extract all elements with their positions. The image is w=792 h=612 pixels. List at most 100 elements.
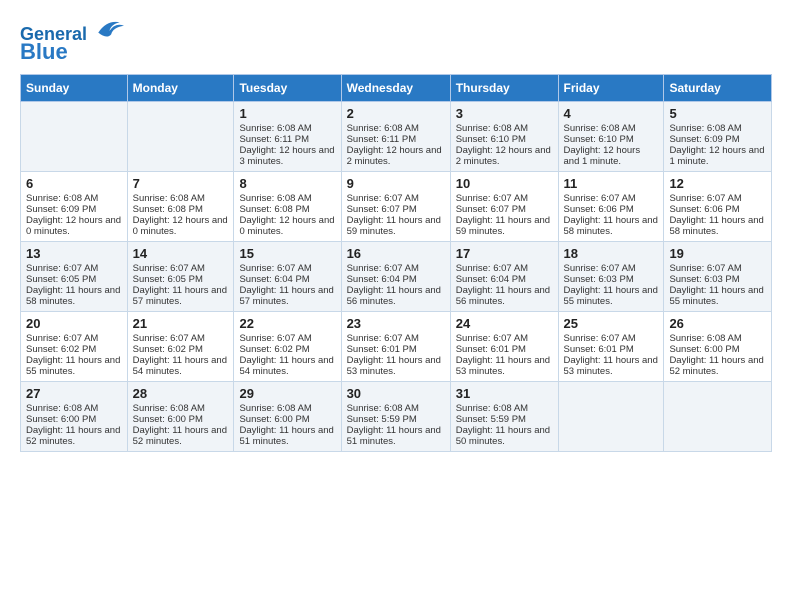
sunrise: Sunrise: 6:07 AM	[133, 333, 205, 344]
sunrise: Sunrise: 6:08 AM	[347, 123, 419, 134]
sunset: Sunset: 6:06 PM	[669, 204, 739, 215]
day-cell: 11 Sunrise: 6:07 AM Sunset: 6:06 PM Dayl…	[558, 171, 664, 241]
daylight: Daylight: 11 hours and 53 minutes.	[564, 355, 658, 377]
sunset: Sunset: 6:06 PM	[564, 204, 634, 215]
day-cell: 20 Sunrise: 6:07 AM Sunset: 6:02 PM Dayl…	[21, 311, 128, 381]
day-number: 23	[347, 316, 445, 331]
sunset: Sunset: 6:08 PM	[239, 204, 309, 215]
day-cell: 31 Sunrise: 6:08 AM Sunset: 5:59 PM Dayl…	[450, 381, 558, 451]
sunset: Sunset: 6:02 PM	[26, 344, 96, 355]
sunrise: Sunrise: 6:08 AM	[564, 123, 636, 134]
calendar-table: SundayMondayTuesdayWednesdayThursdayFrid…	[20, 74, 772, 452]
day-cell: 19 Sunrise: 6:07 AM Sunset: 6:03 PM Dayl…	[664, 241, 772, 311]
header-cell-wednesday: Wednesday	[341, 74, 450, 101]
day-cell: 23 Sunrise: 6:07 AM Sunset: 6:01 PM Dayl…	[341, 311, 450, 381]
header-cell-tuesday: Tuesday	[234, 74, 341, 101]
day-number: 5	[669, 106, 766, 121]
day-cell: 15 Sunrise: 6:07 AM Sunset: 6:04 PM Dayl…	[234, 241, 341, 311]
daylight: Daylight: 11 hours and 52 minutes.	[26, 425, 120, 447]
week-row-2: 13 Sunrise: 6:07 AM Sunset: 6:05 PM Dayl…	[21, 241, 772, 311]
daylight: Daylight: 11 hours and 58 minutes.	[564, 215, 658, 237]
daylight: Daylight: 11 hours and 54 minutes.	[133, 355, 227, 377]
sunrise: Sunrise: 6:07 AM	[456, 193, 528, 204]
sunrise: Sunrise: 6:07 AM	[564, 333, 636, 344]
header-cell-sunday: Sunday	[21, 74, 128, 101]
day-cell: 8 Sunrise: 6:08 AM Sunset: 6:08 PM Dayli…	[234, 171, 341, 241]
sunrise: Sunrise: 6:08 AM	[456, 123, 528, 134]
day-number: 26	[669, 316, 766, 331]
sunrise: Sunrise: 6:07 AM	[564, 193, 636, 204]
day-cell: 16 Sunrise: 6:07 AM Sunset: 6:04 PM Dayl…	[341, 241, 450, 311]
sunset: Sunset: 6:00 PM	[133, 414, 203, 425]
day-cell: 1 Sunrise: 6:08 AM Sunset: 6:11 PM Dayli…	[234, 101, 341, 171]
sunset: Sunset: 6:01 PM	[564, 344, 634, 355]
day-number: 29	[239, 386, 335, 401]
sunrise: Sunrise: 6:07 AM	[347, 333, 419, 344]
header-cell-monday: Monday	[127, 74, 234, 101]
day-number: 9	[347, 176, 445, 191]
sunset: Sunset: 5:59 PM	[456, 414, 526, 425]
sunrise: Sunrise: 6:08 AM	[239, 403, 311, 414]
daylight: Daylight: 12 hours and 0 minutes.	[26, 215, 121, 237]
day-number: 11	[564, 176, 659, 191]
day-cell: 25 Sunrise: 6:07 AM Sunset: 6:01 PM Dayl…	[558, 311, 664, 381]
day-number: 28	[133, 386, 229, 401]
daylight: Daylight: 11 hours and 51 minutes.	[347, 425, 441, 447]
sunrise: Sunrise: 6:07 AM	[564, 263, 636, 274]
sunrise: Sunrise: 6:08 AM	[133, 403, 205, 414]
day-number: 20	[26, 316, 122, 331]
sunset: Sunset: 6:01 PM	[456, 344, 526, 355]
sunrise: Sunrise: 6:07 AM	[669, 193, 741, 204]
daylight: Daylight: 11 hours and 58 minutes.	[26, 285, 120, 307]
day-number: 24	[456, 316, 553, 331]
sunset: Sunset: 6:07 PM	[456, 204, 526, 215]
day-cell: 18 Sunrise: 6:07 AM Sunset: 6:03 PM Dayl…	[558, 241, 664, 311]
day-cell: 10 Sunrise: 6:07 AM Sunset: 6:07 PM Dayl…	[450, 171, 558, 241]
sunset: Sunset: 6:02 PM	[239, 344, 309, 355]
sunrise: Sunrise: 6:08 AM	[669, 333, 741, 344]
day-cell	[664, 381, 772, 451]
week-row-4: 27 Sunrise: 6:08 AM Sunset: 6:00 PM Dayl…	[21, 381, 772, 451]
week-row-3: 20 Sunrise: 6:07 AM Sunset: 6:02 PM Dayl…	[21, 311, 772, 381]
sunrise: Sunrise: 6:07 AM	[239, 263, 311, 274]
daylight: Daylight: 12 hours and 2 minutes.	[347, 145, 442, 167]
daylight: Daylight: 11 hours and 59 minutes.	[347, 215, 441, 237]
day-number: 4	[564, 106, 659, 121]
day-number: 30	[347, 386, 445, 401]
sunset: Sunset: 6:11 PM	[239, 134, 309, 145]
sunset: Sunset: 6:11 PM	[347, 134, 417, 145]
day-cell: 14 Sunrise: 6:07 AM Sunset: 6:05 PM Dayl…	[127, 241, 234, 311]
daylight: Daylight: 11 hours and 53 minutes.	[347, 355, 441, 377]
daylight: Daylight: 11 hours and 50 minutes.	[456, 425, 550, 447]
day-number: 13	[26, 246, 122, 261]
sunset: Sunset: 6:00 PM	[669, 344, 739, 355]
day-number: 19	[669, 246, 766, 261]
day-cell: 29 Sunrise: 6:08 AM Sunset: 6:00 PM Dayl…	[234, 381, 341, 451]
day-number: 25	[564, 316, 659, 331]
header-cell-friday: Friday	[558, 74, 664, 101]
day-cell: 7 Sunrise: 6:08 AM Sunset: 6:08 PM Dayli…	[127, 171, 234, 241]
daylight: Daylight: 11 hours and 57 minutes.	[133, 285, 227, 307]
day-cell	[558, 381, 664, 451]
sunrise: Sunrise: 6:08 AM	[239, 193, 311, 204]
day-cell	[127, 101, 234, 171]
day-cell: 2 Sunrise: 6:08 AM Sunset: 6:11 PM Dayli…	[341, 101, 450, 171]
day-number: 10	[456, 176, 553, 191]
week-row-1: 6 Sunrise: 6:08 AM Sunset: 6:09 PM Dayli…	[21, 171, 772, 241]
daylight: Daylight: 11 hours and 52 minutes.	[133, 425, 227, 447]
daylight: Daylight: 12 hours and 1 minute.	[564, 145, 641, 167]
day-number: 14	[133, 246, 229, 261]
sunset: Sunset: 6:10 PM	[564, 134, 634, 145]
day-cell: 4 Sunrise: 6:08 AM Sunset: 6:10 PM Dayli…	[558, 101, 664, 171]
header-cell-thursday: Thursday	[450, 74, 558, 101]
sunrise: Sunrise: 6:07 AM	[239, 333, 311, 344]
sunrise: Sunrise: 6:08 AM	[26, 403, 98, 414]
daylight: Daylight: 11 hours and 56 minutes.	[456, 285, 550, 307]
sunset: Sunset: 6:04 PM	[456, 274, 526, 285]
sunset: Sunset: 6:05 PM	[26, 274, 96, 285]
sunrise: Sunrise: 6:07 AM	[26, 263, 98, 274]
day-cell: 3 Sunrise: 6:08 AM Sunset: 6:10 PM Dayli…	[450, 101, 558, 171]
daylight: Daylight: 11 hours and 55 minutes.	[564, 285, 658, 307]
day-number: 12	[669, 176, 766, 191]
header-cell-saturday: Saturday	[664, 74, 772, 101]
